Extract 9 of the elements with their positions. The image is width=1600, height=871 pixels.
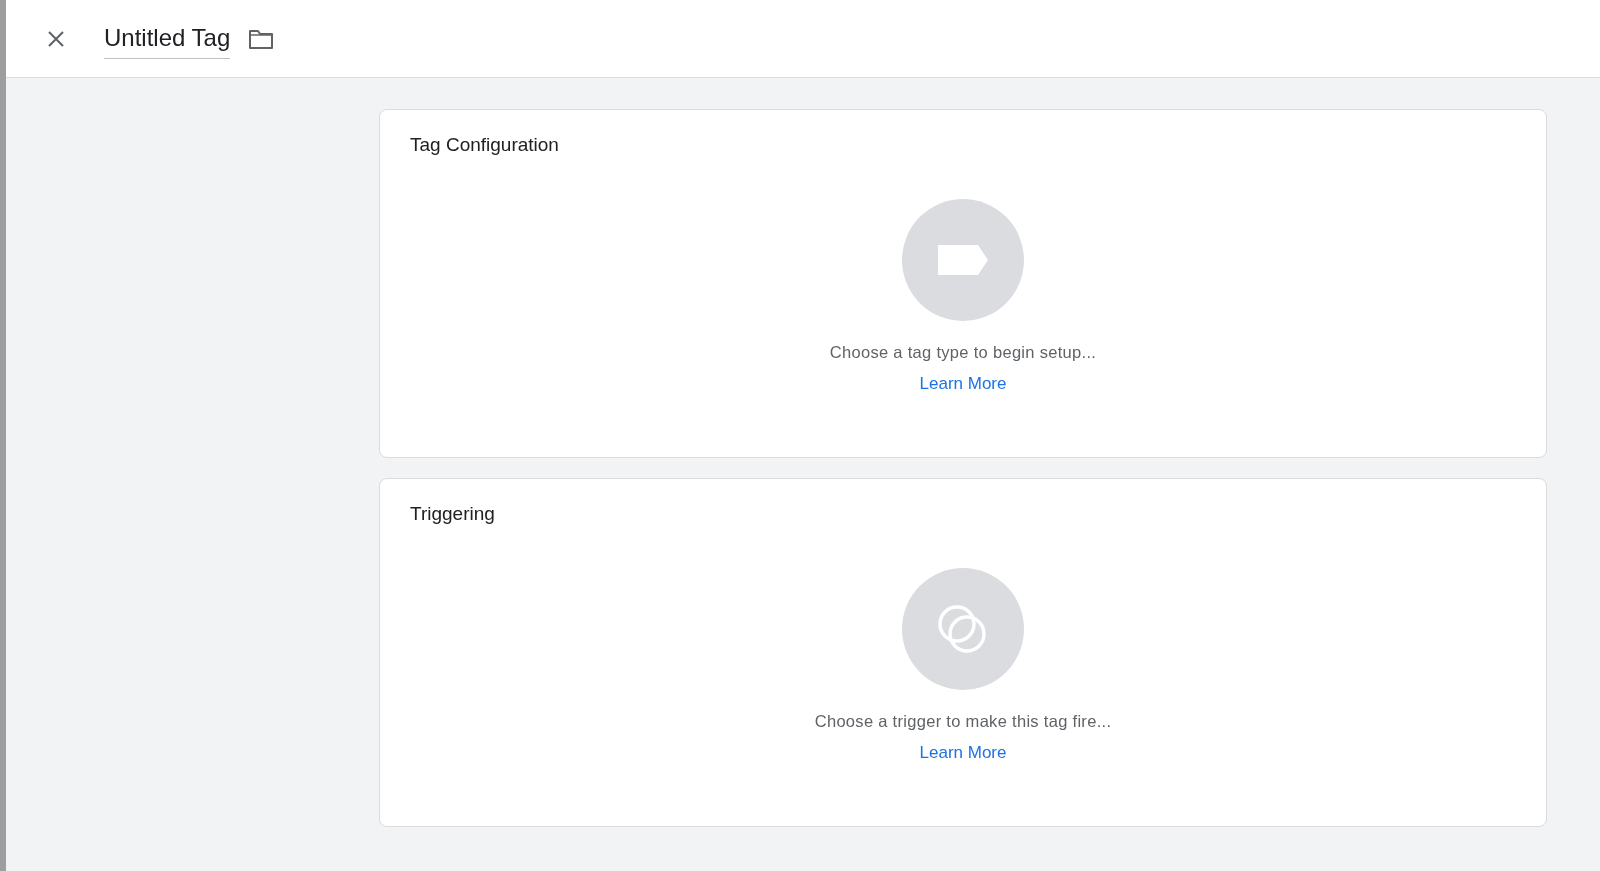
learn-more-link[interactable]: Learn More xyxy=(919,743,1007,763)
prompt-text: Choose a trigger to make this tag fire... xyxy=(814,712,1112,731)
prompt-text: Choose a tag type to begin setup... xyxy=(829,343,1097,362)
section-title: Tag Configuration xyxy=(410,134,560,156)
folder-icon[interactable] xyxy=(248,27,275,50)
learn-more-link[interactable]: Learn More xyxy=(919,374,1007,394)
tag-name-field[interactable]: Untitled Tag xyxy=(104,22,231,59)
close-icon xyxy=(46,28,66,49)
section-title: Triggering xyxy=(410,503,496,525)
